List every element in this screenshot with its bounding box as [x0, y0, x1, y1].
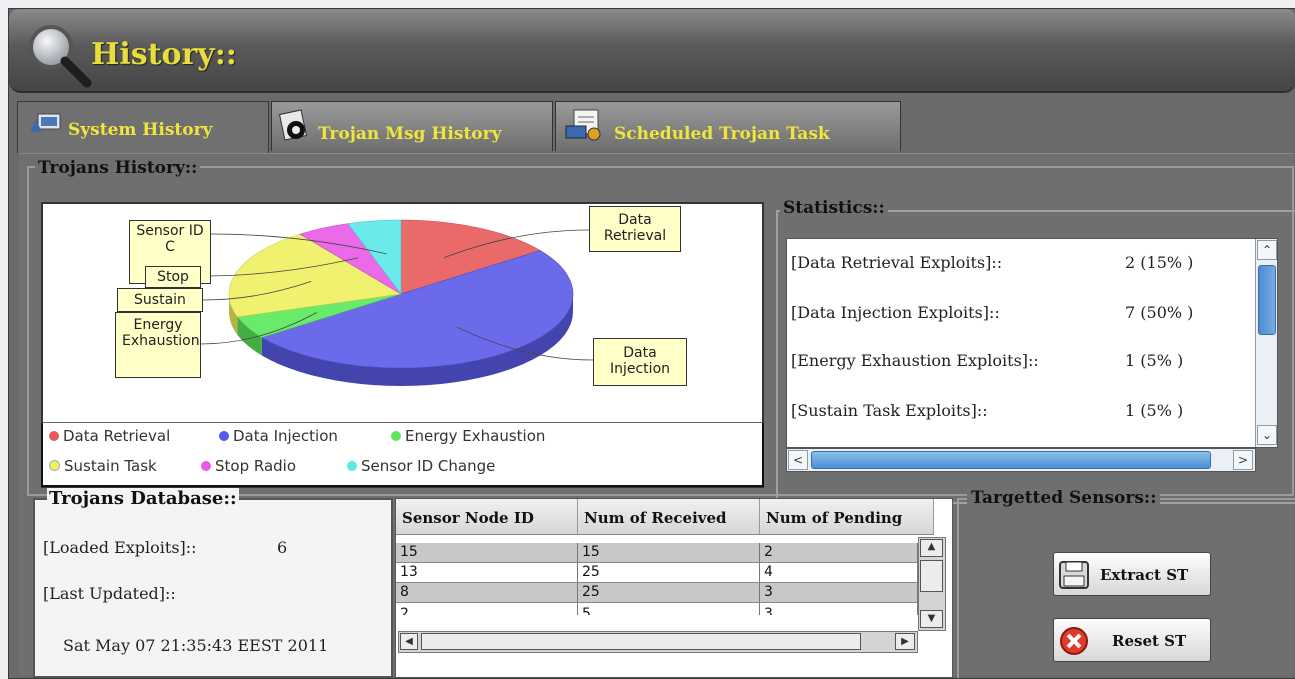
trojans-database-title: Trojans Database::	[47, 488, 239, 509]
table-cell: 3	[760, 603, 918, 615]
cancel-icon	[1060, 627, 1088, 655]
table-cell: 15	[396, 543, 578, 563]
legend-item-sensor-id-change: Sensor ID Change	[347, 457, 495, 475]
statistics-horizontal-scrollbar[interactable]: < >	[786, 448, 1256, 472]
scroll-thumb-horizontal[interactable]	[811, 451, 1211, 469]
table-row[interactable]: 15 15 2	[396, 543, 918, 563]
trojan-msg-icon	[278, 109, 308, 141]
tab-scheduled-trojan-task[interactable]: Scheduled Trojan Task	[555, 101, 901, 151]
column-header-num-pending[interactable]: Num of Pending	[760, 499, 934, 535]
magnifier-icon	[29, 25, 92, 88]
table-cell: 25	[578, 563, 760, 583]
last-updated-value: Sat May 07 21:35:43 EEST 2011	[63, 636, 329, 655]
table-cell: 25	[578, 583, 760, 603]
title-bar: History::	[9, 9, 1295, 93]
last-updated-label: [Last Updated]::	[43, 584, 176, 603]
statistics-panel: Statistics:: [Data Retrieval Exploits]::…	[776, 198, 1295, 504]
tab-label: System History	[68, 120, 213, 140]
legend-swatch	[219, 431, 229, 441]
tab-content-system-history: Trojans History:: Data Retrieval Data In…	[19, 153, 1295, 678]
loaded-exploits-label: [Loaded Exploits]::	[43, 538, 197, 557]
scroll-right-button[interactable]: >	[1233, 450, 1253, 470]
table-row[interactable]: 8 25 3	[396, 583, 918, 603]
table-vertical-scrollbar[interactable]: ▲ ▼	[918, 537, 946, 631]
statistics-vertical-scrollbar[interactable]: ⌃ ⌄	[1255, 239, 1277, 447]
table-row[interactable]: 13 25 4	[396, 563, 918, 583]
table-horizontal-scrollbar[interactable]: ◀ ▶	[398, 631, 918, 653]
table-cell: 13	[396, 563, 578, 583]
callout-data-injection: Data Injection	[593, 338, 687, 386]
callout-sustain: Sustain	[117, 288, 203, 312]
legend-item-data-retrieval: Data Retrieval	[49, 427, 170, 445]
table-cell: 4	[760, 563, 918, 583]
scroll-up-button[interactable]: ⌃	[1257, 240, 1277, 260]
tab-trojan-msg-history[interactable]: Trojan Msg History	[271, 101, 553, 151]
statistics-title: Statistics::	[780, 198, 888, 218]
table-cell: 8	[396, 583, 578, 603]
column-header-num-received[interactable]: Num of Received	[578, 499, 760, 535]
table-cell: 3	[760, 583, 918, 603]
chart-legend: Data Retrieval Data Injection Energy Exh…	[41, 422, 764, 487]
statistics-list[interactable]: [Data Retrieval Exploits]:: 2 (15% ) [Dat…	[786, 238, 1278, 448]
scroll-thumb[interactable]	[920, 560, 943, 592]
tab-system-history[interactable]: System History	[17, 101, 269, 153]
scroll-right-button[interactable]: ▶	[895, 633, 915, 650]
scroll-up-button[interactable]: ▲	[920, 539, 943, 557]
legend-swatch	[49, 460, 60, 471]
scroll-down-button[interactable]: ⌄	[1257, 425, 1277, 445]
legend-item-data-injection: Data Injection	[219, 427, 338, 445]
column-header-sensor-node-id[interactable]: Sensor Node ID	[396, 499, 578, 535]
tab-label: Trojan Msg History	[318, 124, 502, 144]
save-disk-icon	[1059, 561, 1089, 589]
legend-swatch	[391, 431, 401, 441]
legend-item-energy-exhaustion: Energy Exhaustion	[391, 427, 545, 445]
table-cell: 2	[760, 543, 918, 563]
extract-st-button[interactable]: Extract ST	[1053, 552, 1211, 596]
legend-swatch	[201, 461, 211, 471]
targetted-sensors-panel: Targetted Sensors:: Extract ST Reset ST	[957, 488, 1295, 678]
table-cell: 15	[578, 543, 760, 563]
legend-swatch	[347, 461, 357, 471]
table-row[interactable]: 2 5 3	[396, 603, 918, 615]
reset-st-label: Reset ST	[1112, 632, 1187, 650]
scroll-thumb-horizontal[interactable]	[421, 633, 861, 650]
legend-swatch	[49, 431, 59, 441]
callout-energy: Energy Exhaustion	[115, 312, 201, 378]
table-cell: 2	[396, 603, 578, 615]
reset-st-button[interactable]: Reset ST	[1053, 618, 1211, 662]
legend-item-stop-radio: Stop Radio	[201, 457, 296, 475]
callout-stop: Stop	[145, 266, 201, 288]
extract-st-label: Extract ST	[1100, 566, 1189, 584]
legend-item-sustain-task: Sustain Task	[49, 457, 157, 475]
history-window: History:: System History Trojan Msg Hist…	[8, 8, 1295, 679]
scroll-left-button[interactable]: <	[788, 450, 808, 470]
callout-data-retrieval: Data Retrieval	[589, 206, 681, 252]
scroll-thumb[interactable]	[1258, 265, 1276, 335]
system-history-icon	[30, 113, 61, 132]
sensor-table: Sensor Node ID Num of Received Num of Pe…	[395, 498, 953, 678]
scroll-left-button[interactable]: ◀	[400, 633, 418, 650]
trojans-database-panel: Trojans Database:: [Loaded Exploits]:: 6…	[33, 488, 393, 678]
window-title: History::	[91, 37, 237, 72]
loaded-exploits-value: 6	[277, 538, 288, 557]
scroll-down-button[interactable]: ▼	[920, 610, 943, 628]
tab-label: Scheduled Trojan Task	[614, 124, 830, 144]
targetted-sensors-title: Targetted Sensors::	[967, 488, 1161, 508]
table-cell: 5	[578, 603, 760, 615]
trojans-history-title: Trojans History::	[35, 158, 201, 178]
scheduled-task-icon	[565, 109, 601, 141]
